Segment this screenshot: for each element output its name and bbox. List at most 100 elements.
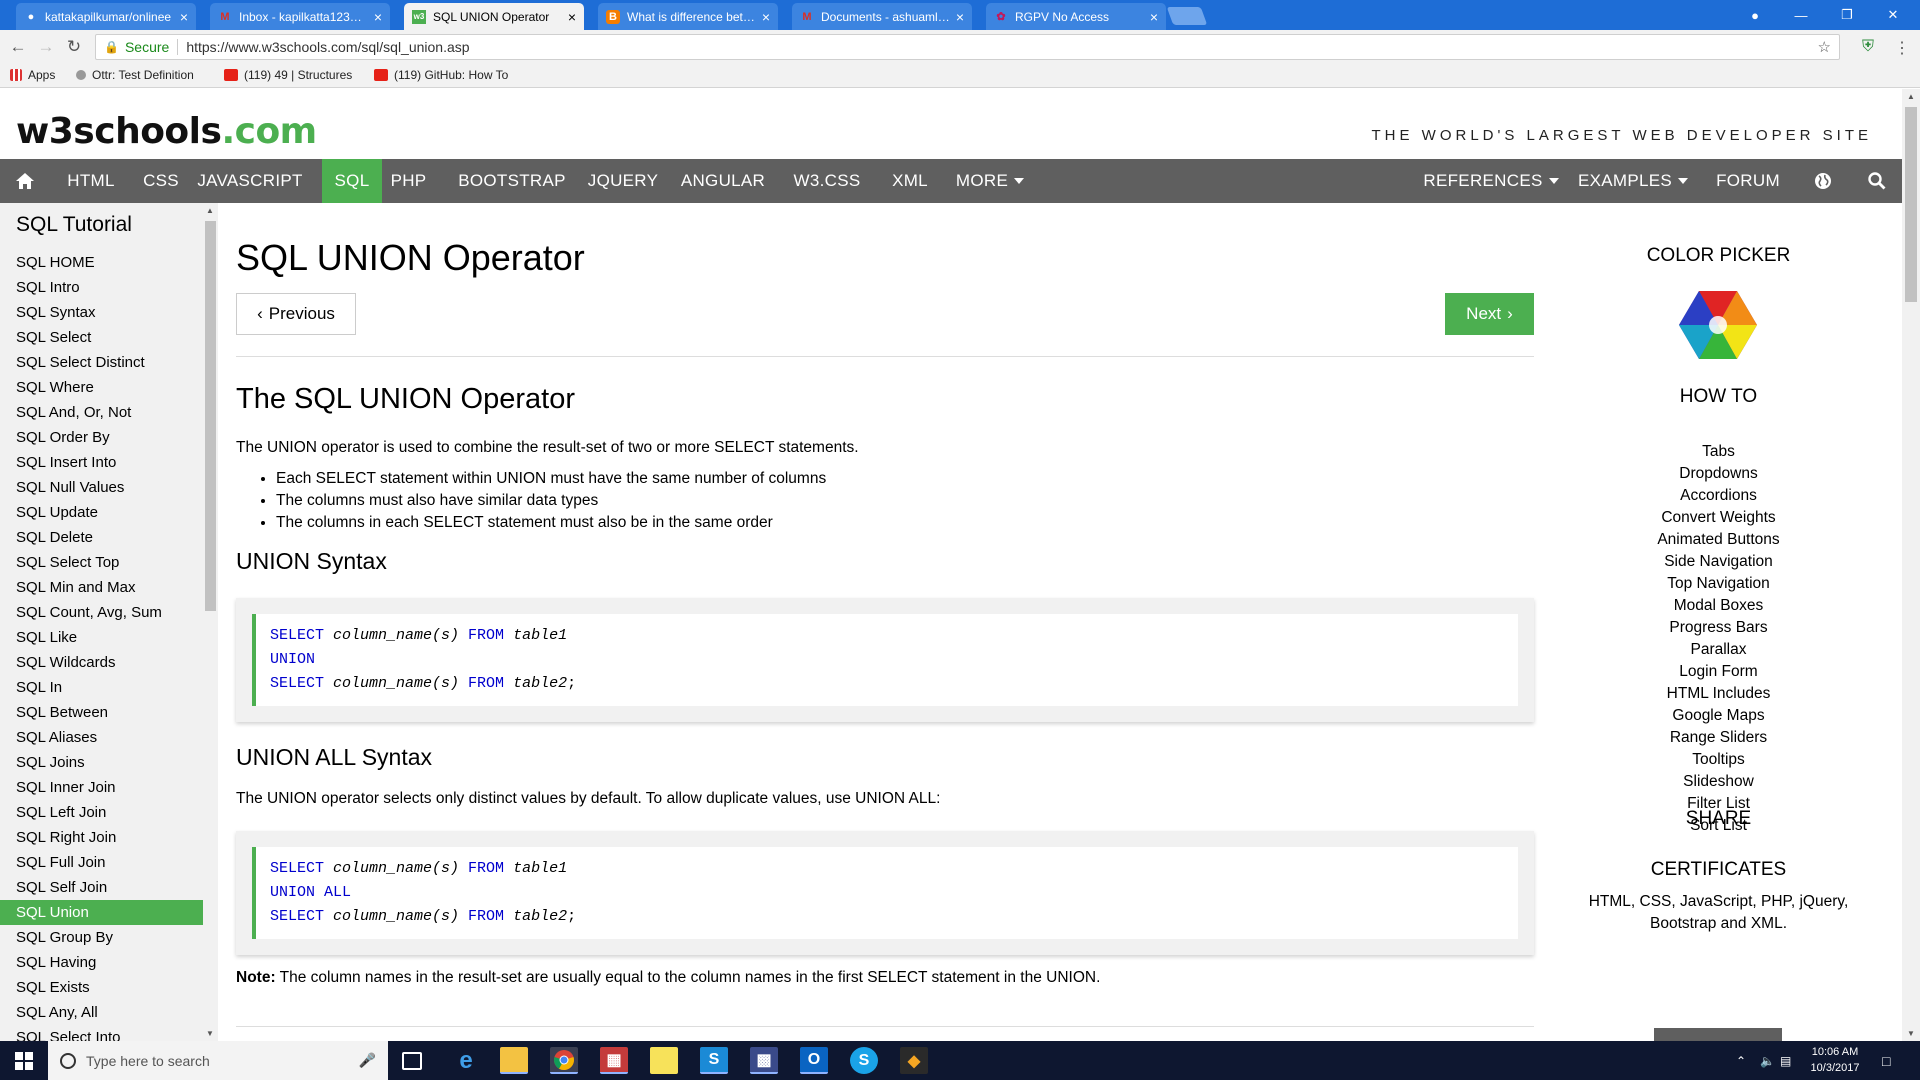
how-to-link[interactable]: Google Maps (1566, 707, 1871, 725)
browser-tab[interactable]: M Inbox - kapilkatta123@g × (210, 3, 390, 30)
site-logo[interactable]: w3schools.com (16, 111, 317, 152)
sidebar-item[interactable]: SQL In (0, 675, 203, 700)
nav-forum[interactable]: FORUM (1710, 159, 1786, 203)
certificates-button[interactable] (1654, 1028, 1782, 1041)
app-icon[interactable]: ▩ (750, 1047, 778, 1074)
how-to-link[interactable]: Top Navigation (1566, 575, 1871, 593)
notifications-icon[interactable]: □ (1882, 1041, 1890, 1080)
sidebar-item[interactable]: SQL Inner Join (0, 775, 203, 800)
sidebar-item[interactable]: SQL Aliases (0, 725, 203, 750)
how-to-link[interactable]: HTML Includes (1566, 685, 1871, 703)
extension-shield-icon[interactable]: ⛨ (1862, 38, 1874, 56)
sidebar-item[interactable]: SQL Count, Avg, Sum (0, 600, 203, 625)
sidebar-item[interactable]: SQL HOME (0, 250, 203, 275)
close-tab-icon[interactable]: × (568, 9, 576, 25)
skype-business-icon[interactable]: S (700, 1047, 728, 1074)
browser-tab[interactable]: ● kattakapilkumar/onlinee × (16, 3, 196, 30)
sidebar-item[interactable]: SQL Update (0, 500, 203, 525)
taskbar-search-input[interactable]: Type here to search 🎤 (48, 1041, 388, 1080)
globe-icon[interactable] (1808, 159, 1838, 203)
windows-start-icon[interactable] (0, 1041, 48, 1080)
outlook-icon[interactable]: O (800, 1047, 828, 1074)
file-explorer-icon[interactable] (500, 1047, 528, 1074)
nav-html[interactable]: HTML (62, 159, 120, 203)
bookmark-ottr[interactable]: Ottr: Test Definition (76, 68, 194, 82)
address-bar[interactable]: 🔒 Secure https://www.w3schools.com/sql/s… (95, 34, 1840, 60)
sidebar-item[interactable]: SQL And, Or, Not (0, 400, 203, 425)
taskbar-clock[interactable]: 10:06 AM 10/3/2017 (1800, 1044, 1870, 1076)
how-to-link[interactable]: Range Sliders (1566, 729, 1871, 747)
sidebar-item[interactable]: SQL Group By (0, 925, 203, 950)
skype-icon[interactable]: S (850, 1047, 878, 1074)
nav-css[interactable]: CSS (138, 159, 184, 203)
page-scrollbar[interactable]: ▲ ▼ (1902, 89, 1920, 1041)
sidebar-item[interactable]: SQL Full Join (0, 850, 203, 875)
sidebar-item[interactable]: SQL Syntax (0, 300, 203, 325)
sidebar-item[interactable]: SQL Self Join (0, 875, 203, 900)
sidebar-item[interactable]: SQL Insert Into (0, 450, 203, 475)
microphone-icon[interactable]: 🎤 (359, 1052, 376, 1069)
sidebar-item[interactable]: SQL Right Join (0, 825, 203, 850)
sidebar-item[interactable]: SQL Any, All (0, 1000, 203, 1025)
url-text[interactable]: https://www.w3schools.com/sql/sql_union.… (186, 39, 469, 55)
nav-jquery[interactable]: JQUERY (583, 159, 663, 203)
sidebar-item[interactable]: SQL Having (0, 950, 203, 975)
how-to-link[interactable]: Accordions (1566, 487, 1871, 505)
bookmark-youtube-1[interactable]: (119) 49 | Structures (224, 68, 352, 82)
how-to-link[interactable]: Tabs (1566, 443, 1871, 461)
volume-icon[interactable]: 🔈 (1760, 1041, 1775, 1080)
how-to-link[interactable]: Animated Buttons (1566, 531, 1871, 549)
sidebar-item[interactable]: SQL Select Top (0, 550, 203, 575)
nav-bootstrap[interactable]: BOOTSTRAP (448, 159, 576, 203)
how-to-link[interactable]: Slideshow (1566, 773, 1871, 791)
sidebar-item[interactable]: SQL Null Values (0, 475, 203, 500)
next-button[interactable]: Next › (1445, 293, 1534, 335)
nav-php[interactable]: PHP (385, 159, 432, 203)
sidebar-item[interactable]: SQL Wildcards (0, 650, 203, 675)
sidebar-item[interactable]: SQL Order By (0, 425, 203, 450)
browser-tab[interactable]: B What is difference betwe × (598, 3, 778, 30)
scroll-up-icon[interactable]: ▲ (206, 206, 214, 215)
maximize-button[interactable]: ❐ (1824, 0, 1870, 30)
nav-references[interactable]: REFERENCES (1423, 159, 1559, 203)
sidebar-item[interactable]: SQL Exists (0, 975, 203, 1000)
how-to-link[interactable]: Tooltips (1566, 751, 1871, 769)
sidebar-item[interactable]: SQL Min and Max (0, 575, 203, 600)
nav-angular[interactable]: ANGULAR (673, 159, 773, 203)
bookmark-star-icon[interactable]: ☆ (1818, 38, 1831, 56)
color-picker-heading[interactable]: COLOR PICKER (1566, 245, 1871, 267)
nav-xml[interactable]: XML (885, 159, 935, 203)
how-to-link[interactable]: Convert Weights (1566, 509, 1871, 527)
back-icon[interactable]: ← (6, 36, 30, 58)
scroll-up-icon[interactable]: ▲ (1907, 92, 1915, 101)
sidebar-scroll-thumb[interactable] (205, 221, 216, 611)
new-tab-button[interactable] (1166, 7, 1208, 25)
scroll-down-icon[interactable]: ▼ (1907, 1029, 1915, 1038)
sidebar-item[interactable]: SQL Joins (0, 750, 203, 775)
git-icon[interactable]: ◆ (900, 1047, 928, 1074)
network-icon[interactable]: ▤ (1780, 1041, 1791, 1080)
close-window-button[interactable]: ✕ (1870, 0, 1916, 30)
how-to-link[interactable]: Dropdowns (1566, 465, 1871, 483)
sidebar-item[interactable]: SQL Like (0, 625, 203, 650)
minimize-button[interactable]: — (1778, 0, 1824, 30)
tray-chevron-icon[interactable]: ⌃ (1736, 1041, 1746, 1080)
reload-icon[interactable]: ↻ (62, 36, 86, 58)
sidebar-item[interactable]: SQL Delete (0, 525, 203, 550)
sidebar-item[interactable]: SQL Union (0, 900, 203, 925)
close-tab-icon[interactable]: × (1150, 9, 1158, 25)
sidebar-scrollbar[interactable]: ▲ ▼ (203, 203, 218, 1041)
close-tab-icon[interactable]: × (374, 9, 382, 25)
sidebar-item[interactable]: SQL Select Into (0, 1025, 203, 1041)
how-to-link[interactable]: Login Form (1566, 663, 1871, 681)
how-to-link[interactable]: Progress Bars (1566, 619, 1871, 637)
sidebar-item[interactable]: SQL Intro (0, 275, 203, 300)
previous-button[interactable]: ‹ Previous (236, 293, 356, 335)
menu-icon[interactable]: ⋮ (1894, 38, 1910, 58)
browser-tab[interactable]: ✿ RGPV No Access × (986, 3, 1166, 30)
nav-sql[interactable]: SQL (322, 159, 382, 203)
how-to-link[interactable]: Parallax (1566, 641, 1871, 659)
nav-examples[interactable]: EXAMPLES (1575, 159, 1691, 203)
browser-tab[interactable]: M Documents - ashuamla@ × (792, 3, 972, 30)
close-tab-icon[interactable]: × (762, 9, 770, 25)
